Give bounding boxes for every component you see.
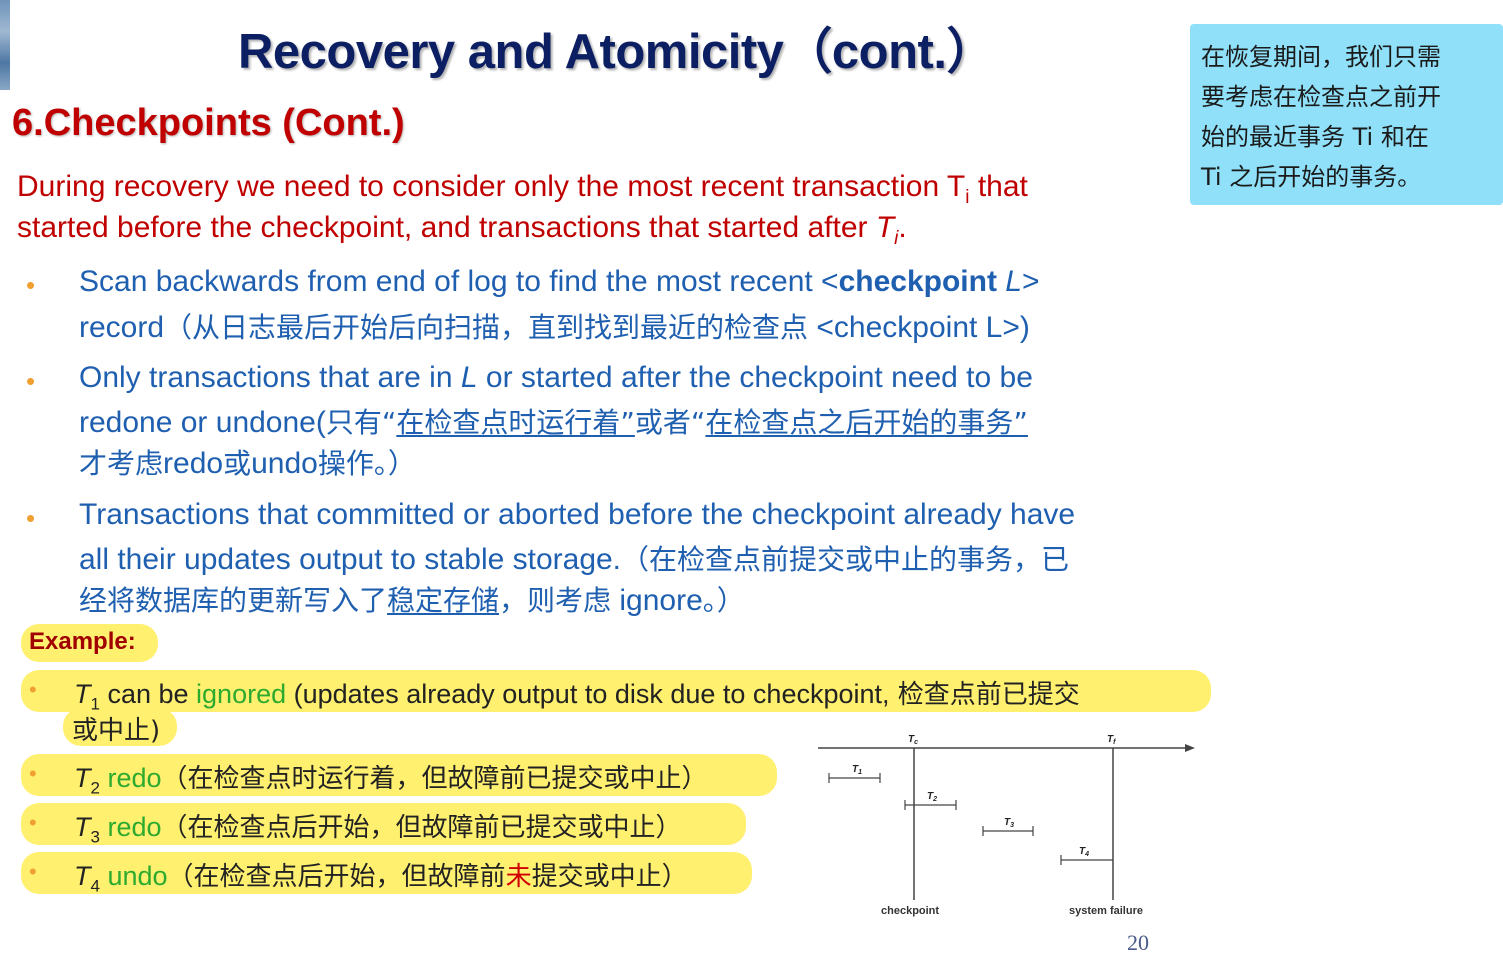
bullet-1-line-1: Scan backwards from end of log to find t… [79,265,1040,298]
bullet-dot: • [29,859,37,884]
corner-water-image [0,0,10,90]
example-t3: T3 redo（在检查点后开始，但故障前已提交或中止） [74,812,682,847]
bullet-2-line-2: redone or undone(只有“在检查点时运行着”或者“在检查点之后开始… [79,406,1028,439]
bullet-dot: • [26,366,36,396]
tf-label: Tf [1107,734,1116,746]
bullet-dot: • [29,677,37,702]
intro-line-2: started before the checkpoint, and trans… [17,211,907,249]
note-box: 在恢复期间，我们只需 要考虑在检查点之前开 始的最近事务 Ti 和在 Ti 之后… [1190,24,1503,205]
slide-title: Recovery and Atomicity（cont.） [238,25,995,79]
example-t4: T4 undo（在检查点后开始，但故障前未提交或中止） [74,861,688,896]
note-line: Ti 之后开始的事务。 [1201,163,1422,191]
example-t1-cont: 或中止) [72,716,161,746]
tc-label: Tc [908,734,918,746]
bullet-2-line-3: 才考虑redo或undo操作。） [79,447,416,480]
page-number: 20 [1127,930,1149,955]
t2-label: T2 [927,791,937,803]
t4-label: T4 [1079,846,1089,858]
bullet-3-line-3: 经将数据库的更新写入了稳定存储，则考虑 ignore。） [79,584,745,617]
note-line: 要考虑在检查点之前开 [1201,83,1441,111]
bullet-dot: • [26,270,36,300]
time-axis-arrow [1185,744,1195,752]
intro-line-1: During recovery we need to consider only… [17,170,1028,208]
checkpoint-label: checkpoint [881,905,939,917]
bullet-2-line-1: Only transactions that are in L or start… [79,361,1033,394]
note-line: 在恢复期间，我们只需 [1201,43,1441,71]
example-t2: T2 redo（在检查点时运行着，但故障前已提交或中止） [74,763,708,798]
bullet-3-line-2: all their updates output to stable stora… [79,543,1070,576]
bullet-dot: • [29,761,37,786]
bullet-dot: • [26,503,36,533]
system-failure-label: system failure [1069,905,1143,917]
section-heading: 6.Checkpoints (Cont.) [12,102,405,144]
example-t1: T1 can be ignored (updates already outpu… [74,679,1080,714]
example-label: Example: [29,628,136,655]
bullet-1-line-2: record（从日志最后开始后向扫描，直到找到最近的检查点 <checkpoin… [79,311,1030,344]
checkpoint-timeline-diagram: Tc Tf T1 T2 T3 T4 checkpoint system fail… [818,734,1195,917]
bullet-3-line-1: Transactions that committed or aborted b… [79,498,1076,531]
t3-label: T3 [1004,817,1014,829]
bullet-dot: • [29,810,37,835]
t1-label: T1 [852,764,862,776]
note-line: 始的最近事务 Ti 和在 [1201,123,1429,151]
